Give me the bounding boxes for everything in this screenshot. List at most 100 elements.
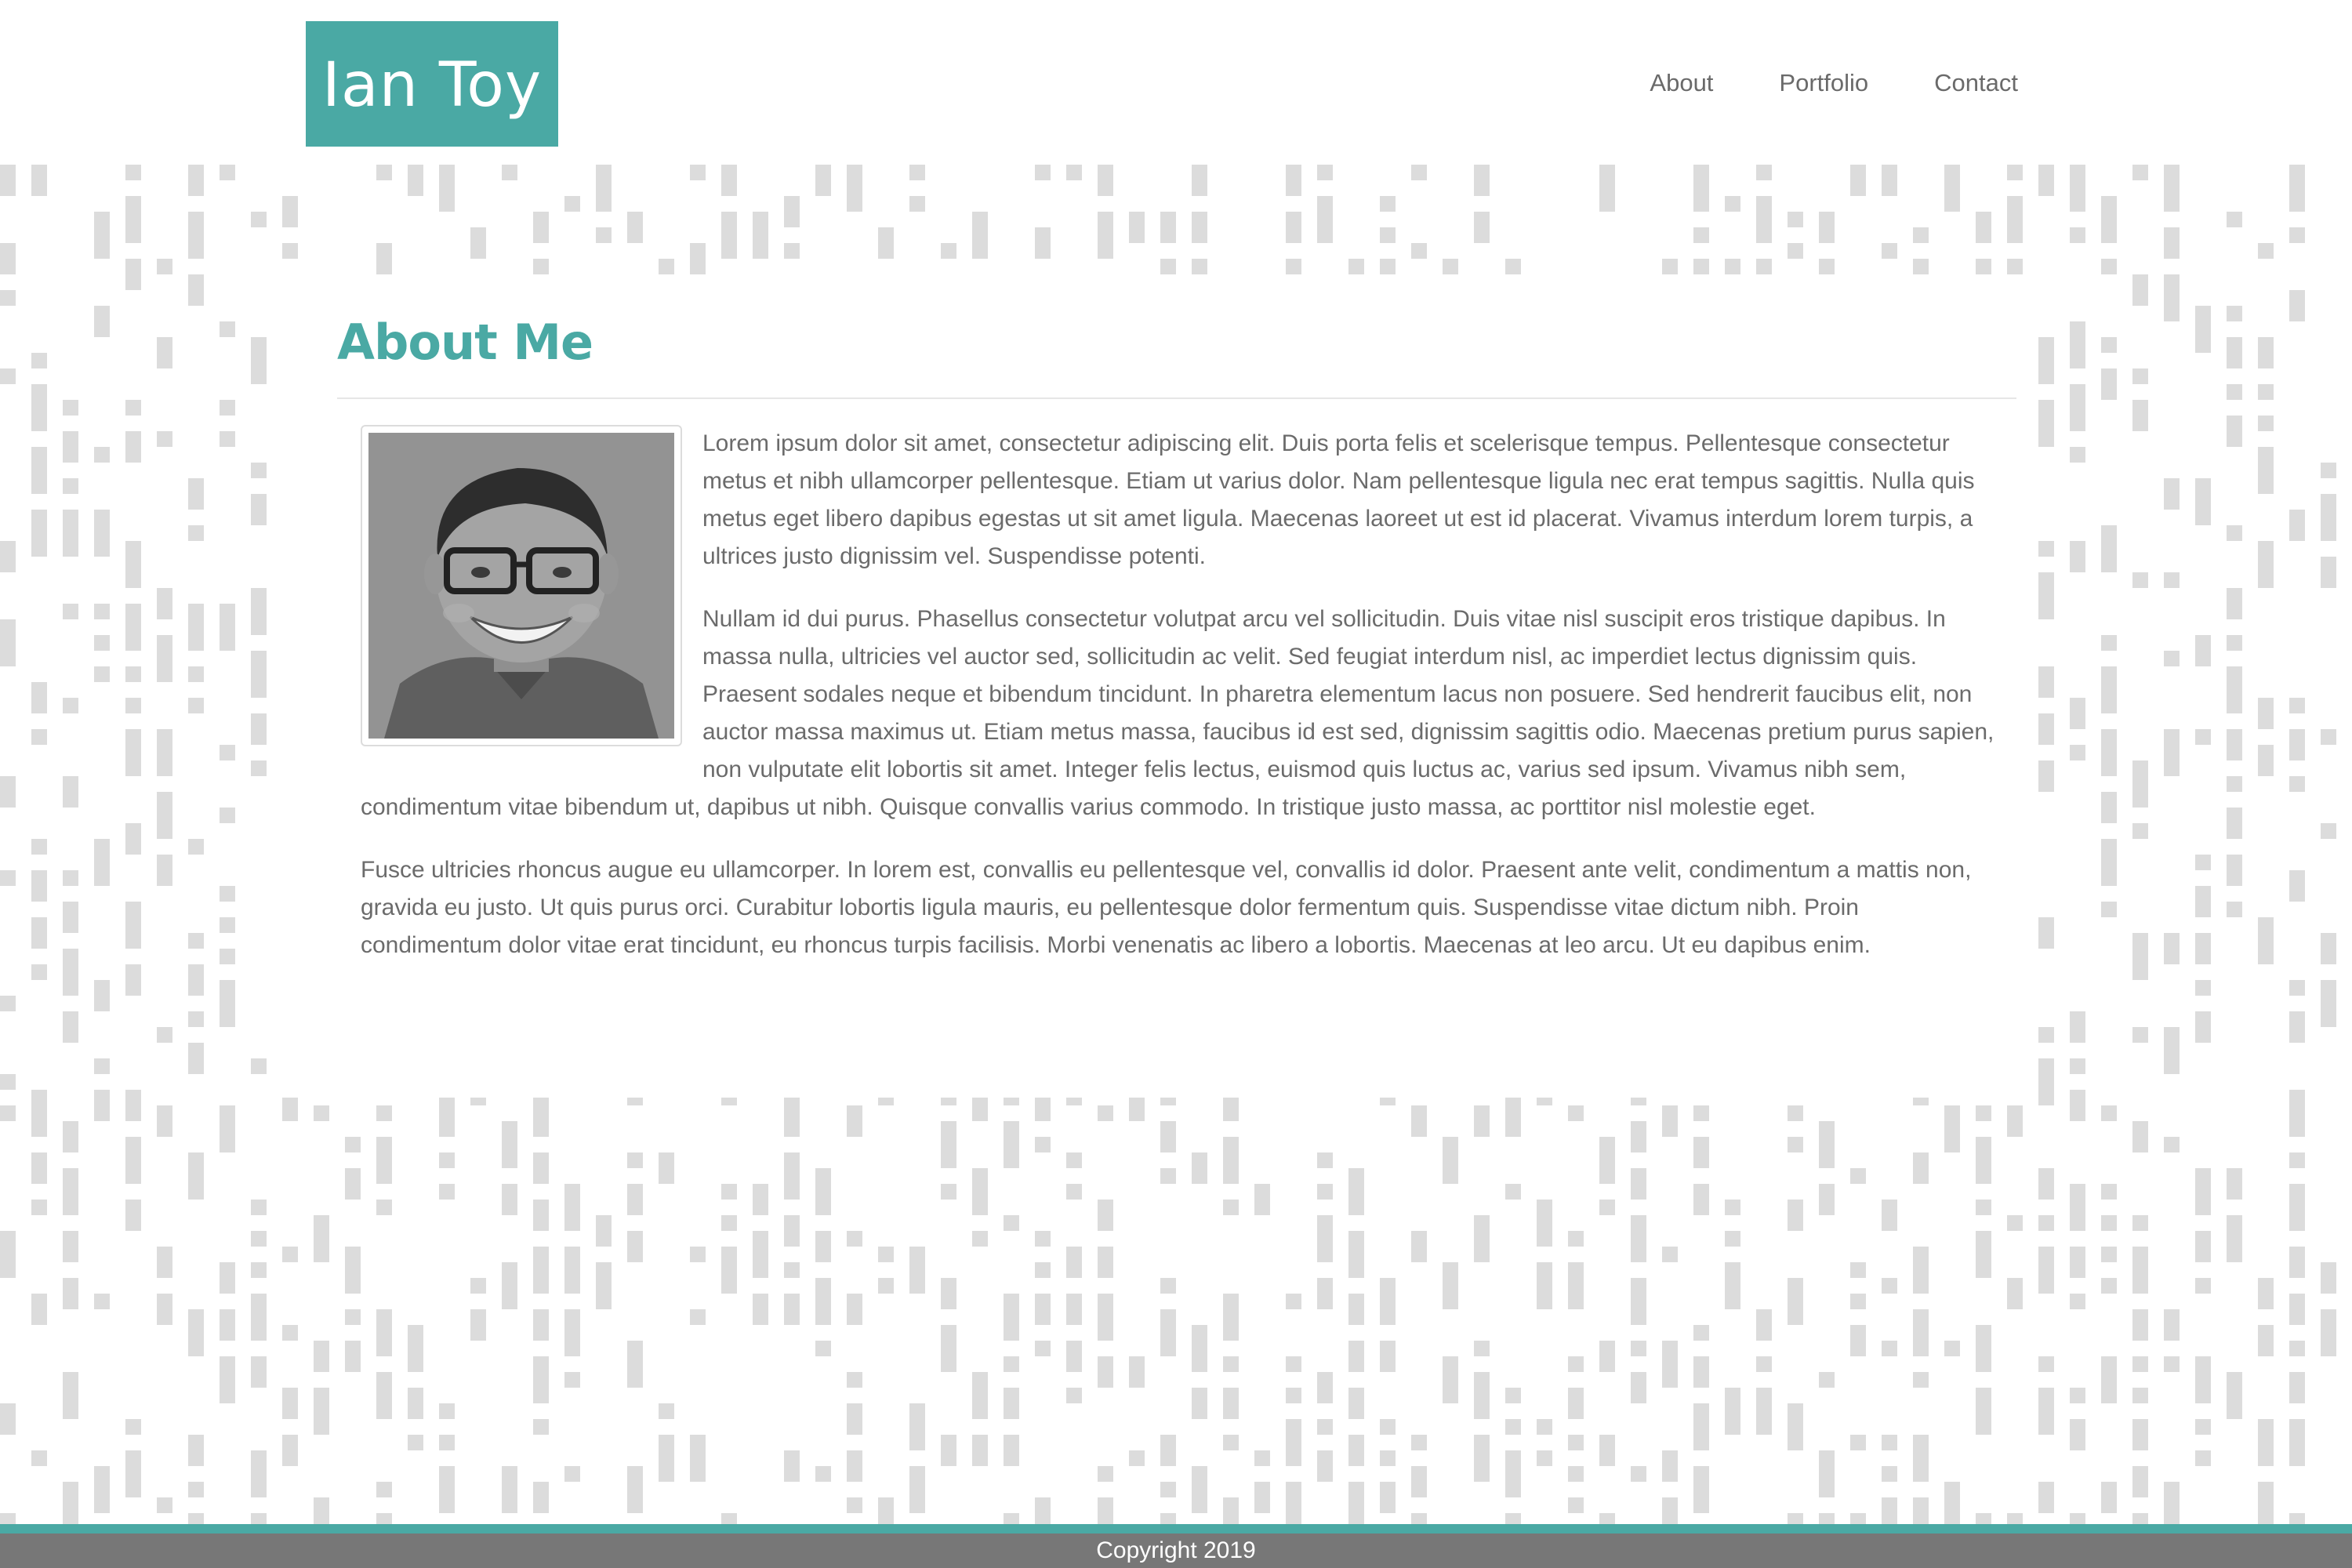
pattern-block bbox=[1411, 165, 1427, 180]
pattern-block bbox=[2289, 165, 2305, 212]
pattern-block bbox=[251, 760, 267, 776]
pattern-block bbox=[282, 1247, 298, 1262]
pattern-block bbox=[2227, 384, 2242, 400]
pattern-block bbox=[1317, 1372, 1333, 1403]
brand-logo[interactable]: Ian Toy bbox=[306, 21, 558, 147]
pattern-block bbox=[439, 1184, 455, 1200]
pattern-block bbox=[1380, 1450, 1396, 1466]
pattern-block bbox=[470, 227, 486, 259]
pattern-block bbox=[188, 666, 204, 682]
pattern-block bbox=[1882, 243, 1897, 259]
nav-about[interactable]: About bbox=[1650, 69, 1713, 97]
page-title: About Me bbox=[337, 314, 593, 371]
pattern-block bbox=[2195, 1356, 2211, 1403]
pattern-block bbox=[1035, 1231, 1051, 1247]
pattern-block bbox=[31, 839, 47, 855]
pattern-block bbox=[1066, 1388, 1082, 1403]
pattern-block bbox=[690, 165, 706, 180]
nav-contact[interactable]: Contact bbox=[1934, 69, 2018, 97]
pattern-block bbox=[847, 1450, 862, 1482]
pattern-block bbox=[1693, 1403, 1709, 1450]
pattern-block bbox=[1380, 227, 1396, 243]
pattern-block bbox=[1631, 1278, 1646, 1325]
pattern-block bbox=[2070, 1294, 2085, 1309]
pattern-block bbox=[439, 1152, 455, 1168]
pattern-block bbox=[125, 823, 141, 855]
pattern-block bbox=[1913, 227, 1929, 243]
pattern-block bbox=[1505, 1419, 1521, 1435]
pattern-block bbox=[1066, 1152, 1082, 1168]
pattern-block bbox=[314, 1388, 329, 1435]
pattern-block bbox=[2101, 1356, 2117, 1403]
pattern-block bbox=[2258, 243, 2274, 259]
pattern-block bbox=[376, 1482, 392, 1497]
pattern-block bbox=[1160, 1309, 1176, 1356]
pattern-block bbox=[157, 259, 172, 274]
pattern-block bbox=[2258, 1325, 2274, 1356]
pattern-block bbox=[2258, 1278, 2274, 1309]
pattern-block bbox=[2132, 1513, 2148, 1525]
pattern-block bbox=[31, 1294, 47, 1325]
pattern-block bbox=[31, 510, 47, 557]
pattern-block bbox=[1348, 1231, 1364, 1278]
pattern-block bbox=[972, 1231, 988, 1247]
pattern-block bbox=[1599, 1137, 1615, 1184]
pattern-block bbox=[2101, 792, 2117, 823]
pattern-block bbox=[1631, 1372, 1646, 1403]
pattern-block bbox=[1599, 165, 1615, 212]
pattern-block bbox=[941, 243, 956, 259]
pattern-block bbox=[659, 259, 674, 274]
pattern-block bbox=[1223, 1356, 1239, 1372]
pattern-block bbox=[1411, 1513, 1427, 1525]
pattern-block bbox=[1286, 212, 1301, 243]
pattern-block bbox=[627, 1466, 643, 1513]
pattern-block bbox=[157, 337, 172, 368]
pattern-block bbox=[533, 1152, 549, 1184]
pattern-block bbox=[1850, 1262, 1866, 1278]
pattern-block bbox=[659, 1435, 674, 1482]
nav-portfolio[interactable]: Portfolio bbox=[1779, 69, 1868, 97]
pattern-block bbox=[1882, 1278, 1897, 1294]
pattern-block bbox=[31, 1200, 47, 1215]
pattern-block bbox=[1380, 1278, 1396, 1325]
pattern-block bbox=[721, 1247, 737, 1294]
pattern-block bbox=[157, 729, 172, 776]
pattern-block bbox=[1286, 1419, 1301, 1466]
pattern-block bbox=[1944, 165, 1960, 212]
pattern-block bbox=[847, 1294, 862, 1325]
pattern-block bbox=[1286, 259, 1301, 274]
pattern-block bbox=[564, 1184, 580, 1231]
pattern-block bbox=[2164, 651, 2180, 666]
pattern-block bbox=[627, 1184, 643, 1215]
pattern-block bbox=[2289, 1090, 2305, 1137]
pattern-block bbox=[1913, 1435, 1929, 1482]
pattern-block bbox=[909, 1247, 925, 1294]
pattern-block bbox=[63, 1011, 78, 1043]
pattern-block bbox=[220, 1262, 235, 1294]
pattern-block bbox=[1693, 1137, 1709, 1168]
pattern-block bbox=[1913, 1247, 1929, 1294]
pattern-block bbox=[1254, 1482, 1270, 1513]
pattern-block bbox=[1286, 165, 1301, 196]
pattern-block bbox=[1882, 1200, 1897, 1231]
pattern-block bbox=[376, 1105, 392, 1121]
pattern-block bbox=[1599, 1435, 1615, 1466]
pattern-block bbox=[2321, 463, 2336, 478]
pattern-block bbox=[63, 478, 78, 494]
pattern-block bbox=[2164, 572, 2180, 588]
pattern-block bbox=[972, 1168, 988, 1215]
pattern-block bbox=[2289, 1152, 2305, 1168]
pattern-block bbox=[439, 165, 455, 212]
pattern-block bbox=[502, 1121, 517, 1168]
pattern-block bbox=[2195, 1278, 2211, 1294]
pattern-block bbox=[2321, 980, 2336, 1027]
main-nav: About Portfolio Contact bbox=[1584, 69, 2018, 97]
pattern-block bbox=[2164, 1356, 2180, 1372]
pattern-block bbox=[2258, 1482, 2274, 1525]
pattern-block bbox=[2164, 933, 2180, 964]
pattern-block bbox=[220, 1105, 235, 1152]
pattern-block bbox=[878, 1278, 894, 1294]
pattern-block bbox=[1004, 1388, 1019, 1419]
pattern-block bbox=[1098, 1356, 1113, 1388]
pattern-block bbox=[564, 1309, 580, 1356]
